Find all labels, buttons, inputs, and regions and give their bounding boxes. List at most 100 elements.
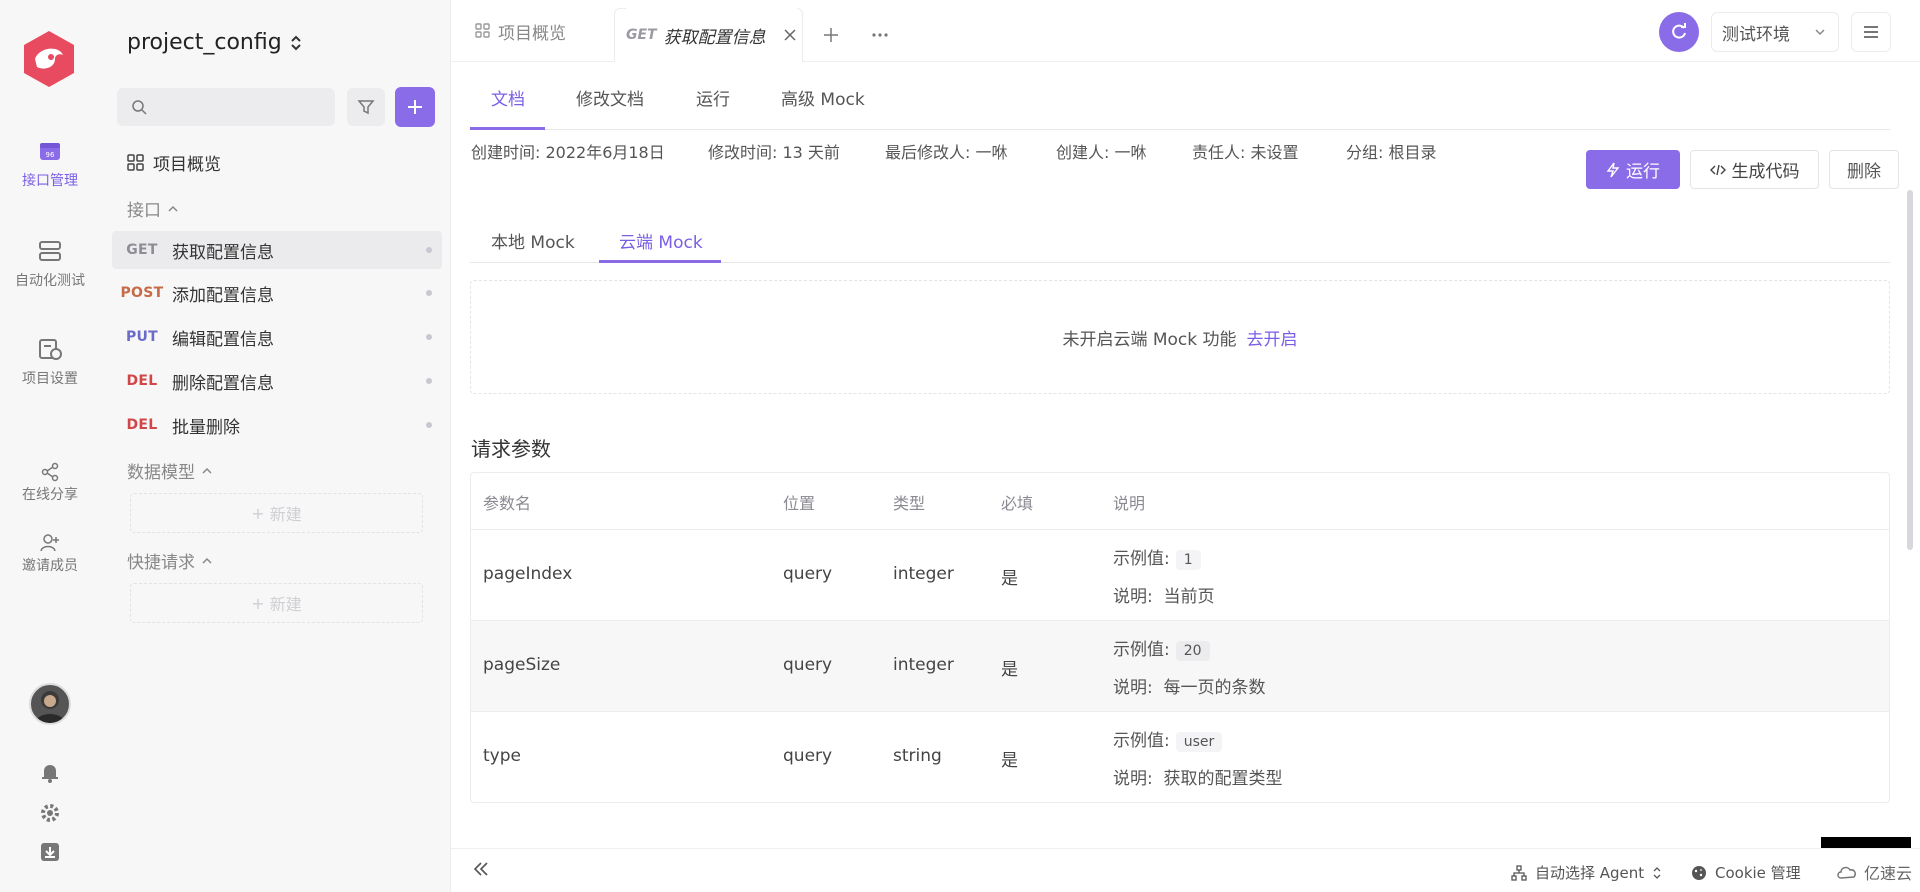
section-quick-requests[interactable]: 快捷请求	[127, 548, 213, 573]
sidebar: project_config 项目概览 接口 GET 获取配置信息 POST 添…	[100, 0, 450, 892]
scrollbar[interactable]	[1907, 190, 1913, 550]
tab-cloud-mock[interactable]: 云端 Mock	[619, 228, 703, 253]
sidebar-item-overview[interactable]: 项目概览	[127, 150, 221, 175]
rail-item-share[interactable]: 在线分享	[0, 462, 100, 504]
collapse-icon[interactable]	[471, 859, 491, 879]
example-line: 示例值: 20	[1113, 635, 1210, 661]
param-name: type	[483, 746, 521, 766]
agent-selector[interactable]: 自动选择 Agent	[1511, 862, 1662, 883]
run-button[interactable]: 运行	[1586, 150, 1680, 189]
new-tab-icon[interactable]	[822, 26, 840, 44]
meta-last-modifier: 最后修改人: 一咻	[885, 143, 1008, 162]
chevron-updown-icon	[290, 35, 301, 50]
more-icon[interactable]	[871, 32, 889, 38]
section-label: 接口	[127, 201, 161, 221]
subtab-edit-doc[interactable]: 修改文档	[576, 85, 644, 110]
method-badge: DEL	[126, 373, 158, 389]
header-cell: 参数名	[483, 494, 532, 513]
param-type: integer	[893, 564, 954, 584]
param-required: 是	[1001, 660, 1018, 680]
generate-code-button[interactable]: 生成代码	[1690, 150, 1819, 189]
grid-icon	[475, 23, 490, 38]
redaction-block	[1821, 837, 1911, 848]
chevron-up-icon	[202, 467, 212, 474]
section-interfaces[interactable]: 接口	[127, 196, 179, 221]
param-location: query	[783, 564, 833, 584]
desc-line: 说明: 当前页	[1113, 582, 1215, 607]
delete-label: 删除	[1847, 162, 1881, 182]
status-dot	[426, 334, 432, 340]
header-cell: 必填	[1001, 494, 1034, 513]
cookie-manager[interactable]: Cookie 管理	[1691, 862, 1801, 883]
api-item[interactable]: DEL 批量删除	[112, 406, 442, 444]
example-line: 示例值: user	[1113, 726, 1223, 752]
status-dot	[426, 378, 432, 384]
rail-item-api-management[interactable]: 96 接口管理	[0, 138, 100, 190]
gear-icon[interactable]	[38, 801, 62, 825]
hamburger-icon	[1864, 26, 1878, 38]
api-name: 批量删除	[172, 417, 240, 438]
api-name: 获取配置信息	[172, 242, 274, 263]
new-data-model-button[interactable]: + 新建	[130, 493, 423, 533]
cookie-label: Cookie 管理	[1715, 864, 1801, 882]
example-value: 1	[1175, 550, 1201, 570]
meta-modified: 修改时间: 13 天前	[708, 143, 840, 162]
rail-label: 项目设置	[22, 371, 78, 387]
watermark: 亿速云	[1836, 860, 1912, 884]
app-logo-icon[interactable]	[21, 29, 77, 89]
agent-label: 自动选择 Agent	[1535, 864, 1645, 882]
environment-select[interactable]: 测试环境	[1711, 12, 1839, 52]
tab-overview[interactable]: 项目概览	[475, 0, 566, 62]
chevron-up-icon	[168, 205, 178, 212]
example-label: 示例值:	[1113, 549, 1170, 569]
cookie-icon	[1692, 865, 1706, 880]
rail-item-automation-test[interactable]: 自动化测试	[0, 238, 100, 290]
table-row: pageSize query integer 是 示例值: 20 说明: 每一页的…	[471, 620, 1889, 711]
example-label: 示例值:	[1113, 640, 1170, 660]
method-badge: DEL	[126, 417, 158, 433]
tab-label: 项目概览	[498, 23, 566, 44]
project-switcher[interactable]: project_config	[127, 30, 302, 55]
filter-button[interactable]	[347, 88, 385, 126]
api-item[interactable]: POST 添加配置信息	[112, 274, 442, 312]
api-item[interactable]: DEL 删除配置信息	[112, 362, 442, 400]
avatar[interactable]	[29, 683, 71, 725]
desc-label: 说明:	[1113, 678, 1153, 698]
doc-subtabs: 文档 修改文档 运行 高级 Mock	[470, 63, 1890, 130]
enable-mock-link[interactable]: 去开启	[1247, 325, 1298, 350]
delete-button[interactable]: 删除	[1829, 150, 1899, 189]
tab-api-detail[interactable]: GET 获取配置信息	[626, 8, 797, 62]
lightning-icon	[1606, 162, 1620, 177]
table-row: type query string 是 示例值: user 说明: 获取的配置类型	[471, 711, 1889, 802]
section-data-models[interactable]: 数据模型	[127, 458, 213, 483]
download-icon[interactable]	[38, 840, 62, 864]
header-cell: 类型	[893, 494, 926, 513]
header-cell: 说明	[1113, 494, 1146, 513]
search-input[interactable]	[117, 88, 335, 126]
api-item[interactable]: GET 获取配置信息	[112, 231, 442, 269]
status-bar: 自动选择 Agent Cookie 管理 亿速云	[451, 848, 1920, 892]
close-icon[interactable]	[783, 28, 797, 42]
add-button[interactable]	[395, 87, 435, 127]
status-dot	[426, 247, 432, 253]
rail-item-invite-member[interactable]: 邀请成员	[0, 533, 100, 575]
example-line: 示例值: 1	[1113, 544, 1201, 570]
menu-button[interactable]	[1851, 12, 1891, 52]
svg-text:96: 96	[46, 151, 55, 159]
subtab-doc[interactable]: 文档	[491, 85, 525, 110]
generate-code-label: 生成代码	[1731, 162, 1800, 182]
api-management-icon: 96	[40, 143, 60, 160]
api-item[interactable]: PUT 编辑配置信息	[112, 318, 442, 356]
subtab-advanced-mock[interactable]: 高级 Mock	[781, 85, 865, 110]
params-table: 参数名 位置 类型 必填 说明 pageIndex query integer …	[470, 472, 1890, 803]
sync-button[interactable]	[1659, 12, 1699, 52]
api-name: 删除配置信息	[172, 373, 274, 394]
tab-local-mock[interactable]: 本地 Mock	[491, 228, 575, 253]
new-label: 新建	[269, 595, 302, 614]
new-quick-request-button[interactable]: + 新建	[130, 583, 423, 623]
refresh-icon	[1672, 23, 1686, 39]
rail-item-project-settings[interactable]: 项目设置	[0, 336, 100, 388]
subtab-run[interactable]: 运行	[696, 85, 730, 110]
chevron-down-icon	[1815, 29, 1825, 36]
bell-icon[interactable]	[38, 760, 62, 784]
